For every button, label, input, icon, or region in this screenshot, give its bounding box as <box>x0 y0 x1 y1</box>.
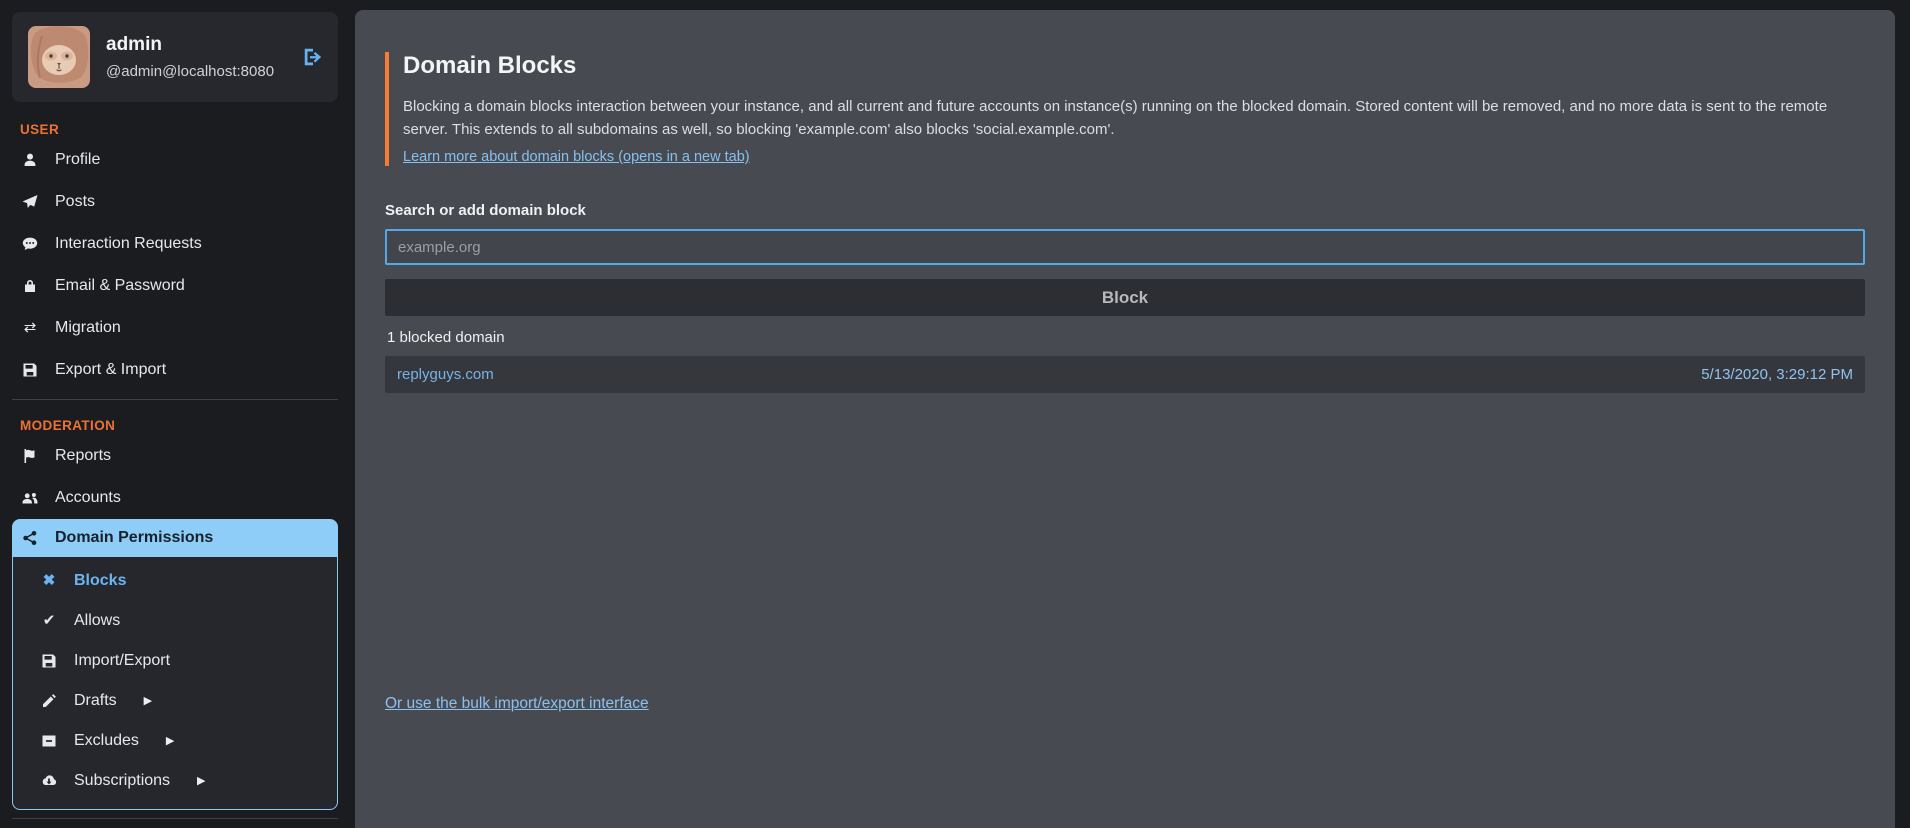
sidebar-divider <box>12 399 338 400</box>
sidebar-item-accounts[interactable]: Accounts <box>12 477 338 519</box>
blocked-domain-name[interactable]: replyguys.com <box>397 366 494 383</box>
caret-right-icon: ▶ <box>197 776 205 787</box>
page-description: Blocking a domain blocks interaction bet… <box>403 96 1865 141</box>
sidebar-item-label: Migration <box>55 319 121 337</box>
user-handle: @admin@localhost:8080 <box>106 63 274 80</box>
sidebar-item-email-password[interactable]: Email & Password <box>12 265 338 307</box>
sidebar-section-moderation: MODERATION <box>12 408 338 435</box>
submenu-item-drafts[interactable]: Drafts ▶ <box>13 681 337 721</box>
search-label: Search or add domain block <box>385 202 1865 219</box>
sidebar-item-label: Domain Permissions <box>55 529 213 547</box>
sidebar-item-label: Export & Import <box>55 361 166 379</box>
submenu-item-allows[interactable]: ✔ Allows <box>13 601 337 641</box>
sidebar-divider <box>12 818 338 819</box>
blocked-domain-count: 1 blocked domain <box>387 329 1863 346</box>
pencil-icon <box>39 693 59 709</box>
sidebar-item-label: Reports <box>55 447 111 465</box>
submenu-item-excludes[interactable]: Excludes ▶ <box>13 721 337 761</box>
domain-blocks-panel: Domain Blocks Blocking a domain blocks i… <box>355 10 1895 828</box>
sidebar-item-label: Accounts <box>55 489 121 507</box>
domain-permissions-submenu: ✖ Blocks ✔ Allows Import/Export Drafts ▶… <box>12 557 338 810</box>
blocked-domain-row[interactable]: replyguys.com 5/13/2020, 3:29:12 PM <box>385 356 1865 393</box>
submenu-item-label: Allows <box>74 612 120 630</box>
cloud-download-icon <box>39 773 59 789</box>
sidebar-item-reports[interactable]: Reports <box>12 435 338 477</box>
domain-search-input[interactable] <box>385 229 1865 265</box>
sidebar-item-migration[interactable]: ⇄ Migration <box>12 307 338 349</box>
submenu-item-import-export[interactable]: Import/Export <box>13 641 337 681</box>
save-icon <box>20 362 40 378</box>
sidebar-item-label: Email & Password <box>55 277 185 295</box>
sidebar-item-domain-permissions[interactable]: Domain Permissions <box>12 519 338 557</box>
sidebar-item-label: Posts <box>55 193 95 211</box>
page-title: Domain Blocks <box>403 52 1865 80</box>
bulk-import-export-link[interactable]: Or use the bulk import/export interface <box>385 695 649 713</box>
sidebar: admin @admin@localhost:8080 USER Profile… <box>12 12 338 827</box>
block-button[interactable]: Block <box>385 279 1865 316</box>
submenu-item-label: Blocks <box>74 572 126 590</box>
user-card: admin @admin@localhost:8080 <box>12 12 338 102</box>
logout-button[interactable] <box>302 46 324 68</box>
minus-square-icon <box>39 733 59 749</box>
flag-icon <box>20 448 40 464</box>
user-info: admin @admin@localhost:8080 <box>106 34 274 80</box>
sidebar-item-profile[interactable]: Profile <box>12 139 338 181</box>
avatar <box>28 26 90 88</box>
comment-dots-icon <box>20 236 40 252</box>
sign-out-icon <box>302 48 324 73</box>
submenu-item-subscriptions[interactable]: Subscriptions ▶ <box>13 761 337 801</box>
sidebar-item-export-import[interactable]: Export & Import <box>12 349 338 391</box>
sidebar-item-label: Profile <box>55 151 100 169</box>
users-icon <box>20 490 40 506</box>
sidebar-item-label: Interaction Requests <box>55 235 202 253</box>
caret-right-icon: ▶ <box>166 736 174 747</box>
user-name: admin <box>106 34 274 56</box>
blocked-domain-date: 5/13/2020, 3:29:12 PM <box>1701 366 1853 383</box>
submenu-item-blocks[interactable]: ✖ Blocks <box>13 561 337 601</box>
share-nodes-icon <box>20 530 40 546</box>
submenu-item-label: Import/Export <box>74 652 170 670</box>
page-heading-block: Domain Blocks Blocking a domain blocks i… <box>385 52 1865 166</box>
submenu-item-label: Subscriptions <box>74 772 170 790</box>
learn-more-link[interactable]: Learn more about domain blocks (opens in… <box>403 149 750 165</box>
sidebar-item-interaction-requests[interactable]: Interaction Requests <box>12 223 338 265</box>
paper-plane-icon <box>20 194 40 210</box>
submenu-item-label: Excludes <box>74 732 139 750</box>
sidebar-item-posts[interactable]: Posts <box>12 181 338 223</box>
lock-icon <box>20 278 40 294</box>
sidebar-section-user: USER <box>12 112 338 139</box>
save-icon <box>39 653 59 669</box>
user-icon <box>20 152 40 168</box>
submenu-item-label: Drafts <box>74 692 117 710</box>
caret-right-icon: ▶ <box>144 696 152 707</box>
